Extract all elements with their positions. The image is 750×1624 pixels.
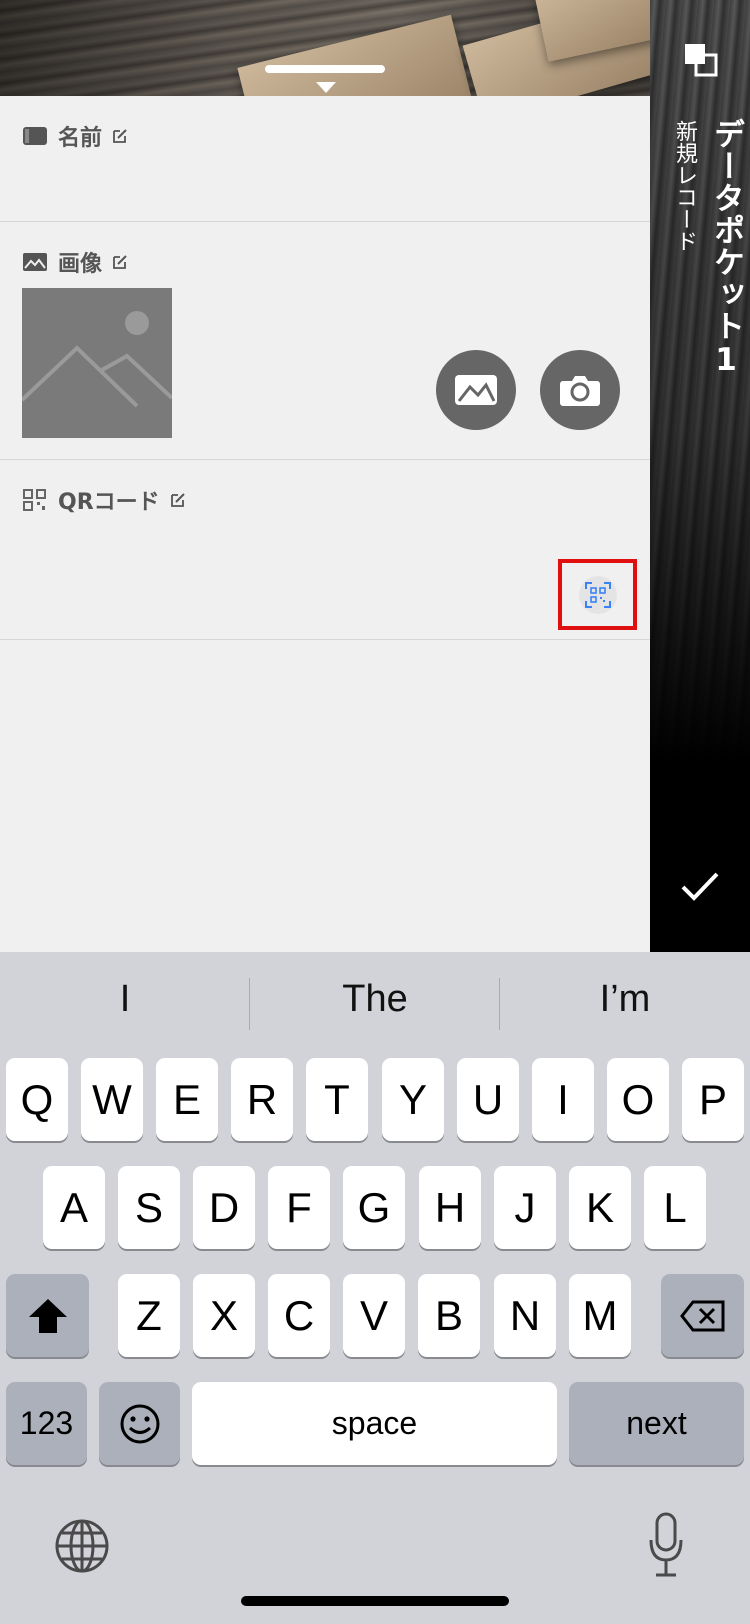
edit-icon[interactable]	[112, 128, 128, 144]
field-name-label: 名前	[58, 126, 103, 151]
field-image-label: 画像	[58, 252, 103, 277]
shift-icon	[28, 1298, 67, 1333]
qr-scan-button[interactable]	[558, 559, 637, 630]
space-key[interactable]: space	[192, 1382, 557, 1465]
camera-button[interactable]	[540, 350, 620, 430]
suggestion-item[interactable]: I’m	[500, 978, 750, 1021]
image-icon	[23, 253, 47, 271]
key-g[interactable]: G	[343, 1166, 405, 1249]
key-t[interactable]: T	[306, 1058, 368, 1141]
image-placeholder[interactable]	[22, 288, 172, 438]
key-o[interactable]: O	[607, 1058, 669, 1141]
key-e[interactable]: E	[156, 1058, 218, 1141]
shift-key[interactable]	[6, 1274, 89, 1357]
delete-key[interactable]	[661, 1274, 744, 1357]
globe-icon[interactable]	[54, 1518, 110, 1574]
key-z[interactable]: Z	[118, 1274, 180, 1357]
qr-scan-icon	[584, 581, 611, 608]
field-name-label-row: 名前	[22, 120, 128, 152]
numbers-key[interactable]: 123	[6, 1382, 87, 1465]
wood-block-image	[237, 14, 473, 96]
key-p[interactable]: P	[682, 1058, 744, 1141]
suggestion-item[interactable]: I	[0, 978, 250, 1021]
key-h[interactable]: H	[419, 1166, 481, 1249]
photo-library-button[interactable]	[436, 350, 516, 430]
name-card-icon	[23, 127, 47, 145]
key-k[interactable]: K	[569, 1166, 631, 1249]
field-image-label-row: 画像	[22, 246, 128, 278]
key-s[interactable]: S	[118, 1166, 180, 1249]
key-b[interactable]: B	[418, 1274, 480, 1357]
key-u[interactable]: U	[457, 1058, 519, 1141]
emoji-key[interactable]	[99, 1382, 180, 1465]
side-panel: データポケット1 新規レコード	[650, 0, 750, 952]
field-name[interactable]: 名前	[0, 96, 650, 222]
camera-icon	[560, 376, 600, 406]
key-r[interactable]: R	[231, 1058, 293, 1141]
duplicate-icon[interactable]	[683, 42, 719, 78]
key-x[interactable]: X	[193, 1274, 255, 1357]
key-m[interactable]: M	[569, 1274, 631, 1357]
collapse-arrow-icon[interactable]	[316, 82, 336, 93]
key-f[interactable]: F	[268, 1166, 330, 1249]
edit-icon[interactable]	[112, 254, 128, 270]
home-indicator	[241, 1596, 509, 1606]
suggestion-bar: I The I’m	[0, 952, 750, 1056]
key-v[interactable]: V	[343, 1274, 405, 1357]
key-q[interactable]: Q	[6, 1058, 68, 1141]
key-i[interactable]: I	[532, 1058, 594, 1141]
check-icon[interactable]	[680, 870, 720, 902]
record-subtitle: 新規レコード	[672, 120, 697, 252]
field-qr-label-row: QRコード	[22, 484, 186, 516]
key-n[interactable]: N	[494, 1274, 556, 1357]
suggestion-item[interactable]: The	[250, 978, 500, 1021]
key-w[interactable]: W	[81, 1058, 143, 1141]
key-c[interactable]: C	[268, 1274, 330, 1357]
edit-icon[interactable]	[170, 492, 186, 508]
key-d[interactable]: D	[193, 1166, 255, 1249]
key-a[interactable]: A	[43, 1166, 105, 1249]
qr-code-icon	[23, 489, 46, 511]
microphone-icon[interactable]	[648, 1512, 684, 1578]
record-form: 名前 画像 QRコード	[0, 96, 650, 640]
record-title: データポケット1	[708, 118, 744, 379]
next-key[interactable]: next	[569, 1382, 744, 1465]
field-qr-code: QRコード	[0, 460, 650, 640]
key-l[interactable]: L	[644, 1166, 706, 1249]
backspace-icon	[679, 1300, 724, 1331]
key-j[interactable]: J	[494, 1166, 556, 1249]
qr-scan-button-bg	[578, 575, 617, 614]
field-image: 画像	[0, 222, 650, 460]
emoji-icon	[120, 1404, 159, 1443]
key-y[interactable]: Y	[382, 1058, 444, 1141]
drag-handle[interactable]	[265, 65, 385, 73]
photo-library-icon	[455, 375, 497, 405]
field-qr-label: QRコード	[58, 490, 160, 515]
